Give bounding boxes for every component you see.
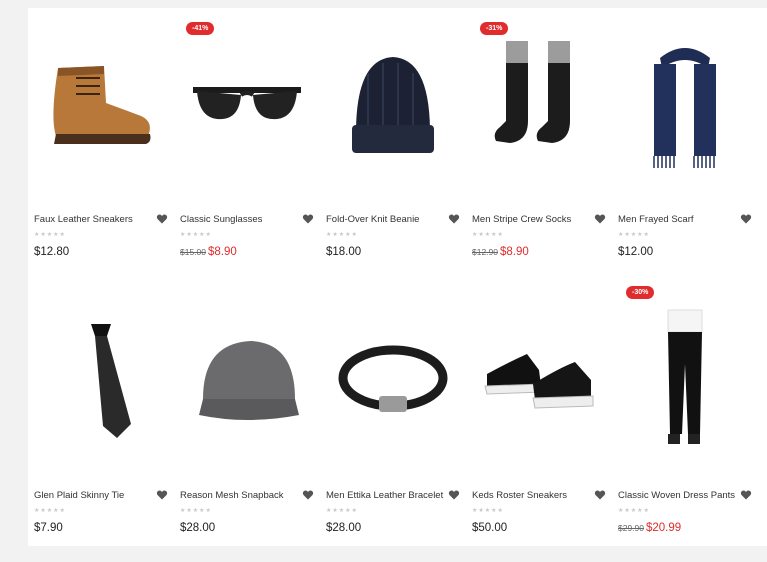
rating-stars: ★★★★★ (34, 508, 66, 514)
rating-stars: ★★★★★ (180, 232, 212, 238)
product-price: $12.90 $8.90 (472, 246, 529, 258)
rating-stars: ★★★★★ (326, 508, 358, 514)
product-image-sneakers[interactable] (466, 284, 612, 474)
product-name[interactable]: Fold-Over Knit Beanie (326, 214, 444, 225)
product-image-bracelet[interactable] (320, 284, 466, 474)
heart-icon[interactable] (594, 489, 606, 501)
heart-icon[interactable] (740, 213, 752, 225)
old-price: $12.90 (472, 247, 498, 257)
sale-price: $8.90 (208, 246, 237, 258)
heart-icon[interactable] (594, 213, 606, 225)
product-image-socks[interactable] (466, 8, 612, 198)
product-price: $15.00 $8.90 (180, 246, 237, 258)
old-price: $29.90 (618, 523, 644, 533)
product-price: $28.00 (326, 522, 362, 534)
product-name[interactable]: Men Stripe Crew Socks (472, 214, 590, 225)
product-card[interactable]: -30% Classic Woven Dress Pants ★★★★★ $29… (612, 284, 758, 539)
product-name[interactable]: Faux Leather Sneakers (34, 214, 152, 225)
product-card[interactable]: Reason Mesh Snapback ★★★★★ $28.00 (174, 284, 320, 539)
product-name[interactable]: Men Frayed Scarf (618, 214, 736, 225)
product-card[interactable]: -41% Classic Sunglasses ★★★★★ $15.00 $8.9… (174, 8, 320, 263)
product-image-sunglasses[interactable] (174, 8, 320, 198)
rating-stars: ★★★★★ (326, 232, 358, 238)
rating-stars: ★★★★★ (472, 232, 504, 238)
product-card[interactable]: Keds Roster Sneakers ★★★★★ $50.00 (466, 284, 612, 539)
product-name[interactable]: Classic Sunglasses (180, 214, 298, 225)
product-price: $12.80 (34, 246, 70, 258)
product-price: $29.90 $20.99 (618, 522, 681, 534)
product-image-cap[interactable] (174, 284, 320, 474)
heart-icon[interactable] (448, 489, 460, 501)
old-price: $15.00 (180, 247, 206, 257)
product-name[interactable]: Keds Roster Sneakers (472, 490, 590, 501)
product-image-beanie[interactable] (320, 8, 466, 198)
product-name[interactable]: Glen Plaid Skinny Tie (34, 490, 152, 501)
heart-icon[interactable] (156, 489, 168, 501)
product-price: $50.00 (472, 522, 508, 534)
product-name[interactable]: Classic Woven Dress Pants (618, 490, 736, 501)
product-card[interactable]: Faux Leather Sneakers ★★★★★ $12.80 (28, 8, 174, 263)
product-name[interactable]: Reason Mesh Snapback (180, 490, 298, 501)
product-price: $18.00 (326, 246, 362, 258)
product-price: $7.90 (34, 522, 63, 534)
product-card[interactable]: -31% Men Stripe Crew Socks ★★★★★ $12.90 $… (466, 8, 612, 263)
rating-stars: ★★★★★ (180, 508, 212, 514)
product-image-scarf[interactable] (612, 8, 758, 198)
rating-stars: ★★★★★ (618, 508, 650, 514)
heart-icon[interactable] (448, 213, 460, 225)
sale-price: $20.99 (646, 522, 682, 534)
heart-icon[interactable] (740, 489, 752, 501)
product-card[interactable]: Men Ettika Leather Bracelet ★★★★★ $28.00 (320, 284, 466, 539)
product-card[interactable]: Glen Plaid Skinny Tie ★★★★★ $7.90 (28, 284, 174, 539)
rating-stars: ★★★★★ (618, 232, 650, 238)
product-price: $28.00 (180, 522, 216, 534)
product-image-boot[interactable] (28, 8, 174, 198)
rating-stars: ★★★★★ (472, 508, 504, 514)
product-price: $12.00 (618, 246, 654, 258)
heart-icon[interactable] (156, 213, 168, 225)
product-image-pants[interactable] (612, 284, 758, 474)
heart-icon[interactable] (302, 213, 314, 225)
rating-stars: ★★★★★ (34, 232, 66, 238)
product-image-tie[interactable] (28, 284, 174, 474)
product-grid: Faux Leather Sneakers ★★★★★ $12.80 -41% … (28, 8, 767, 546)
product-grid-panel: Faux Leather Sneakers ★★★★★ $12.80 -41% … (28, 8, 767, 546)
product-name[interactable]: Men Ettika Leather Bracelet (326, 490, 444, 501)
product-card[interactable]: Fold-Over Knit Beanie ★★★★★ $18.00 (320, 8, 466, 263)
product-card[interactable]: Men Frayed Scarf ★★★★★ $12.00 (612, 8, 758, 263)
sale-price: $8.90 (500, 246, 529, 258)
heart-icon[interactable] (302, 489, 314, 501)
